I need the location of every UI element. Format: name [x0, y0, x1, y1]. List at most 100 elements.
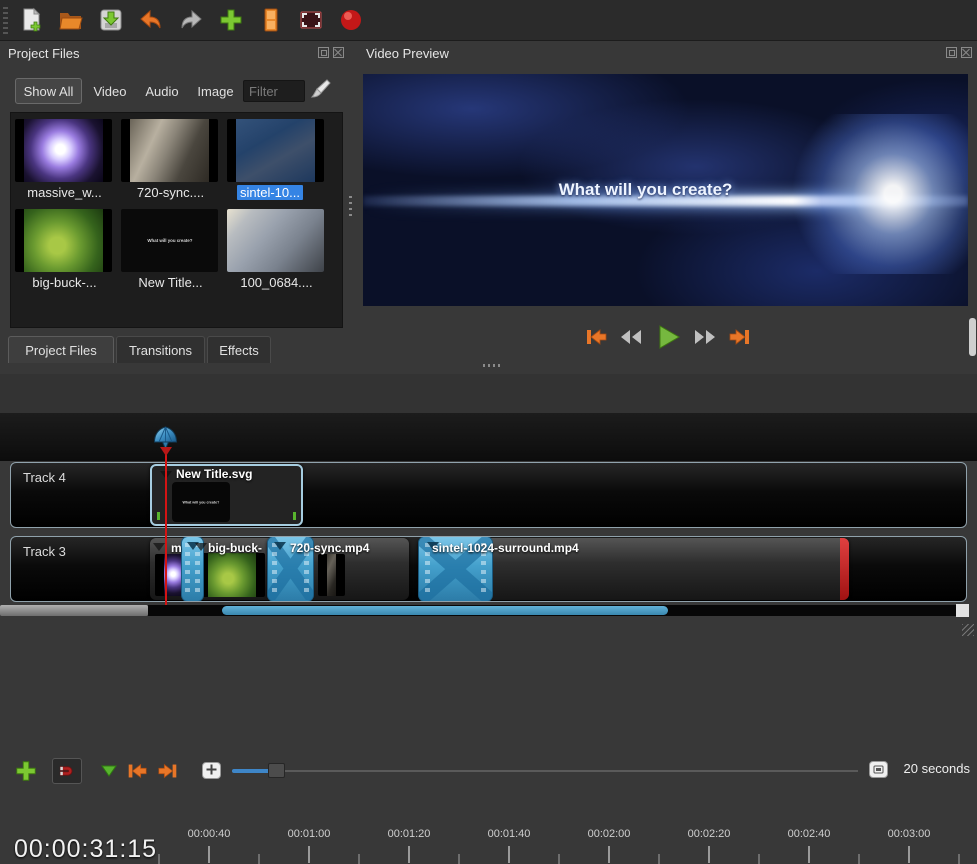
next-marker-icon [156, 759, 180, 783]
float-panel-icon[interactable] [318, 47, 329, 58]
title-editor-icon [258, 7, 284, 33]
fast-forward-button[interactable] [692, 324, 718, 355]
window-resize-grip[interactable] [962, 624, 974, 636]
track-3-label: Track 3 [23, 544, 66, 559]
file-thumbnail-bigbuck[interactable] [15, 209, 112, 272]
playhead-timecode: 00:00:31:15 [14, 835, 157, 864]
open-project-button[interactable] [56, 5, 86, 35]
file-thumbnail-massive[interactable] [15, 119, 112, 182]
add-track-button[interactable] [13, 758, 39, 784]
redo-button[interactable] [176, 5, 206, 35]
razor-tool-button[interactable] [96, 758, 122, 784]
close-panel-icon[interactable] [333, 47, 344, 58]
clip-menu-chevron-icon[interactable] [153, 543, 165, 551]
file-label-bigbuck[interactable]: big-buck-... [17, 275, 112, 290]
zoom-slider-handle[interactable] [268, 763, 285, 778]
razor-marker-icon [100, 762, 118, 780]
play-button[interactable] [653, 322, 683, 357]
project-files-list: massive_w... 720-sync.... sintel-10... W… [10, 112, 343, 328]
file-label-sintel[interactable]: sintel-10... [237, 185, 303, 200]
timeline-corner-edge [0, 605, 148, 616]
video-preview-frame[interactable]: What will you create? [363, 74, 968, 306]
zoom-slider-fill [232, 769, 272, 773]
filter-input[interactable] [243, 80, 305, 102]
float-preview-icon[interactable] [946, 47, 957, 58]
clear-filter-button[interactable] [308, 78, 332, 109]
jump-to-end-icon [727, 324, 753, 350]
track-4-label: Track 4 [23, 470, 66, 485]
rewind-button[interactable] [618, 324, 644, 355]
file-label-massive[interactable]: massive_w... [17, 185, 112, 200]
undo-icon [138, 7, 164, 33]
file-thumbnail-photo[interactable] [227, 209, 324, 272]
add-track-icon [14, 759, 38, 783]
clip-menu-chevron-icon[interactable] [195, 543, 207, 551]
center-on-playhead-button[interactable] [202, 762, 221, 779]
transition-chevron-icon[interactable] [274, 542, 286, 550]
file-thumbnail-sintel[interactable] [227, 119, 324, 182]
clip-bigbuck-thumbnail [199, 553, 265, 597]
magnet-icon [57, 761, 77, 781]
panel-splitter-handle[interactable] [349, 196, 352, 218]
title-editor-button[interactable] [256, 5, 286, 35]
clip-label-massive: m [171, 541, 182, 555]
zoom-scale-button[interactable] [869, 761, 888, 778]
ruler-tick-label: 00:01:40 [488, 828, 531, 840]
file-label-photo[interactable]: 100_0684.... [229, 275, 324, 290]
jump-to-start-icon [583, 324, 609, 350]
previous-marker-button[interactable] [124, 758, 150, 784]
undo-button[interactable] [136, 5, 166, 35]
clip-label-720sync: 720-sync.mp4 [290, 541, 369, 555]
new-project-icon [18, 7, 44, 33]
next-marker-button[interactable] [155, 758, 181, 784]
export-video-icon [337, 6, 365, 34]
title-thumb-text: What will you create? [147, 238, 192, 243]
timeline-splitter-handle[interactable] [483, 364, 501, 367]
import-files-icon [218, 7, 244, 33]
track-4-row[interactable]: Track 4 What will you create? New Title.… [10, 462, 967, 528]
save-project-button[interactable] [96, 5, 126, 35]
file-thumbnail-720sync[interactable] [121, 119, 218, 182]
timeline-ruler[interactable]: 00:00:31:15 00:00:40 00:01:00 00:01:20 0… [0, 413, 977, 461]
filter-audio-button[interactable]: Audio [140, 78, 184, 104]
clip-trim-handle[interactable] [840, 538, 849, 600]
ruler-tick-label: 00:02:40 [788, 828, 831, 840]
clip-label-sintel: sintel-1024-surround.mp4 [432, 541, 579, 555]
project-files-panel-title: Project Files [8, 46, 80, 61]
track-3-row[interactable]: Track 3 m big-buck- [10, 536, 967, 602]
filter-video-button[interactable]: Video [89, 78, 131, 104]
preview-scrollbar[interactable] [969, 318, 976, 356]
zoom-scale-icon [873, 765, 884, 774]
playhead-stem-top [160, 447, 172, 456]
jump-to-start-button[interactable] [583, 324, 609, 355]
playhead-line[interactable] [165, 447, 167, 605]
toolbar-grip[interactable] [3, 7, 8, 34]
tab-effects[interactable]: Effects [207, 336, 271, 363]
close-preview-icon[interactable] [961, 47, 972, 58]
openshot-window: Project Files Show All Video Audio Image… [0, 0, 977, 641]
fullscreen-button[interactable] [296, 5, 326, 35]
export-video-button[interactable] [336, 5, 366, 35]
previous-marker-icon [125, 759, 149, 783]
timeline-scrollbar-thumb[interactable] [222, 606, 668, 615]
filter-image-button[interactable]: Image [193, 78, 238, 104]
zoom-seconds-label: 20 seconds [904, 761, 971, 776]
filter-show-all-button[interactable]: Show All [15, 78, 82, 104]
new-project-button[interactable] [16, 5, 46, 35]
file-label-newtitle[interactable]: New Title... [123, 275, 218, 290]
clip-thumb-text: What will you create? [183, 500, 220, 504]
snapping-toggle-button[interactable] [52, 758, 82, 784]
file-label-720sync[interactable]: 720-sync.... [123, 185, 218, 200]
ruler-tick-label: 00:03:00 [888, 828, 931, 840]
clip-label-bigbuck: big-buck- [208, 541, 262, 555]
tab-project-files[interactable]: Project Files [8, 336, 114, 363]
ruler-tick-label: 00:02:00 [588, 828, 631, 840]
playback-controls [583, 322, 753, 357]
import-files-button[interactable] [216, 5, 246, 35]
timeline-toolbar: 20 seconds [0, 374, 977, 413]
play-icon [653, 322, 683, 352]
file-thumbnail-newtitle[interactable]: What will you create? [121, 209, 218, 272]
zoom-slider-track[interactable] [232, 770, 858, 772]
tab-transitions[interactable]: Transitions [116, 336, 205, 363]
jump-to-end-button[interactable] [727, 324, 753, 355]
